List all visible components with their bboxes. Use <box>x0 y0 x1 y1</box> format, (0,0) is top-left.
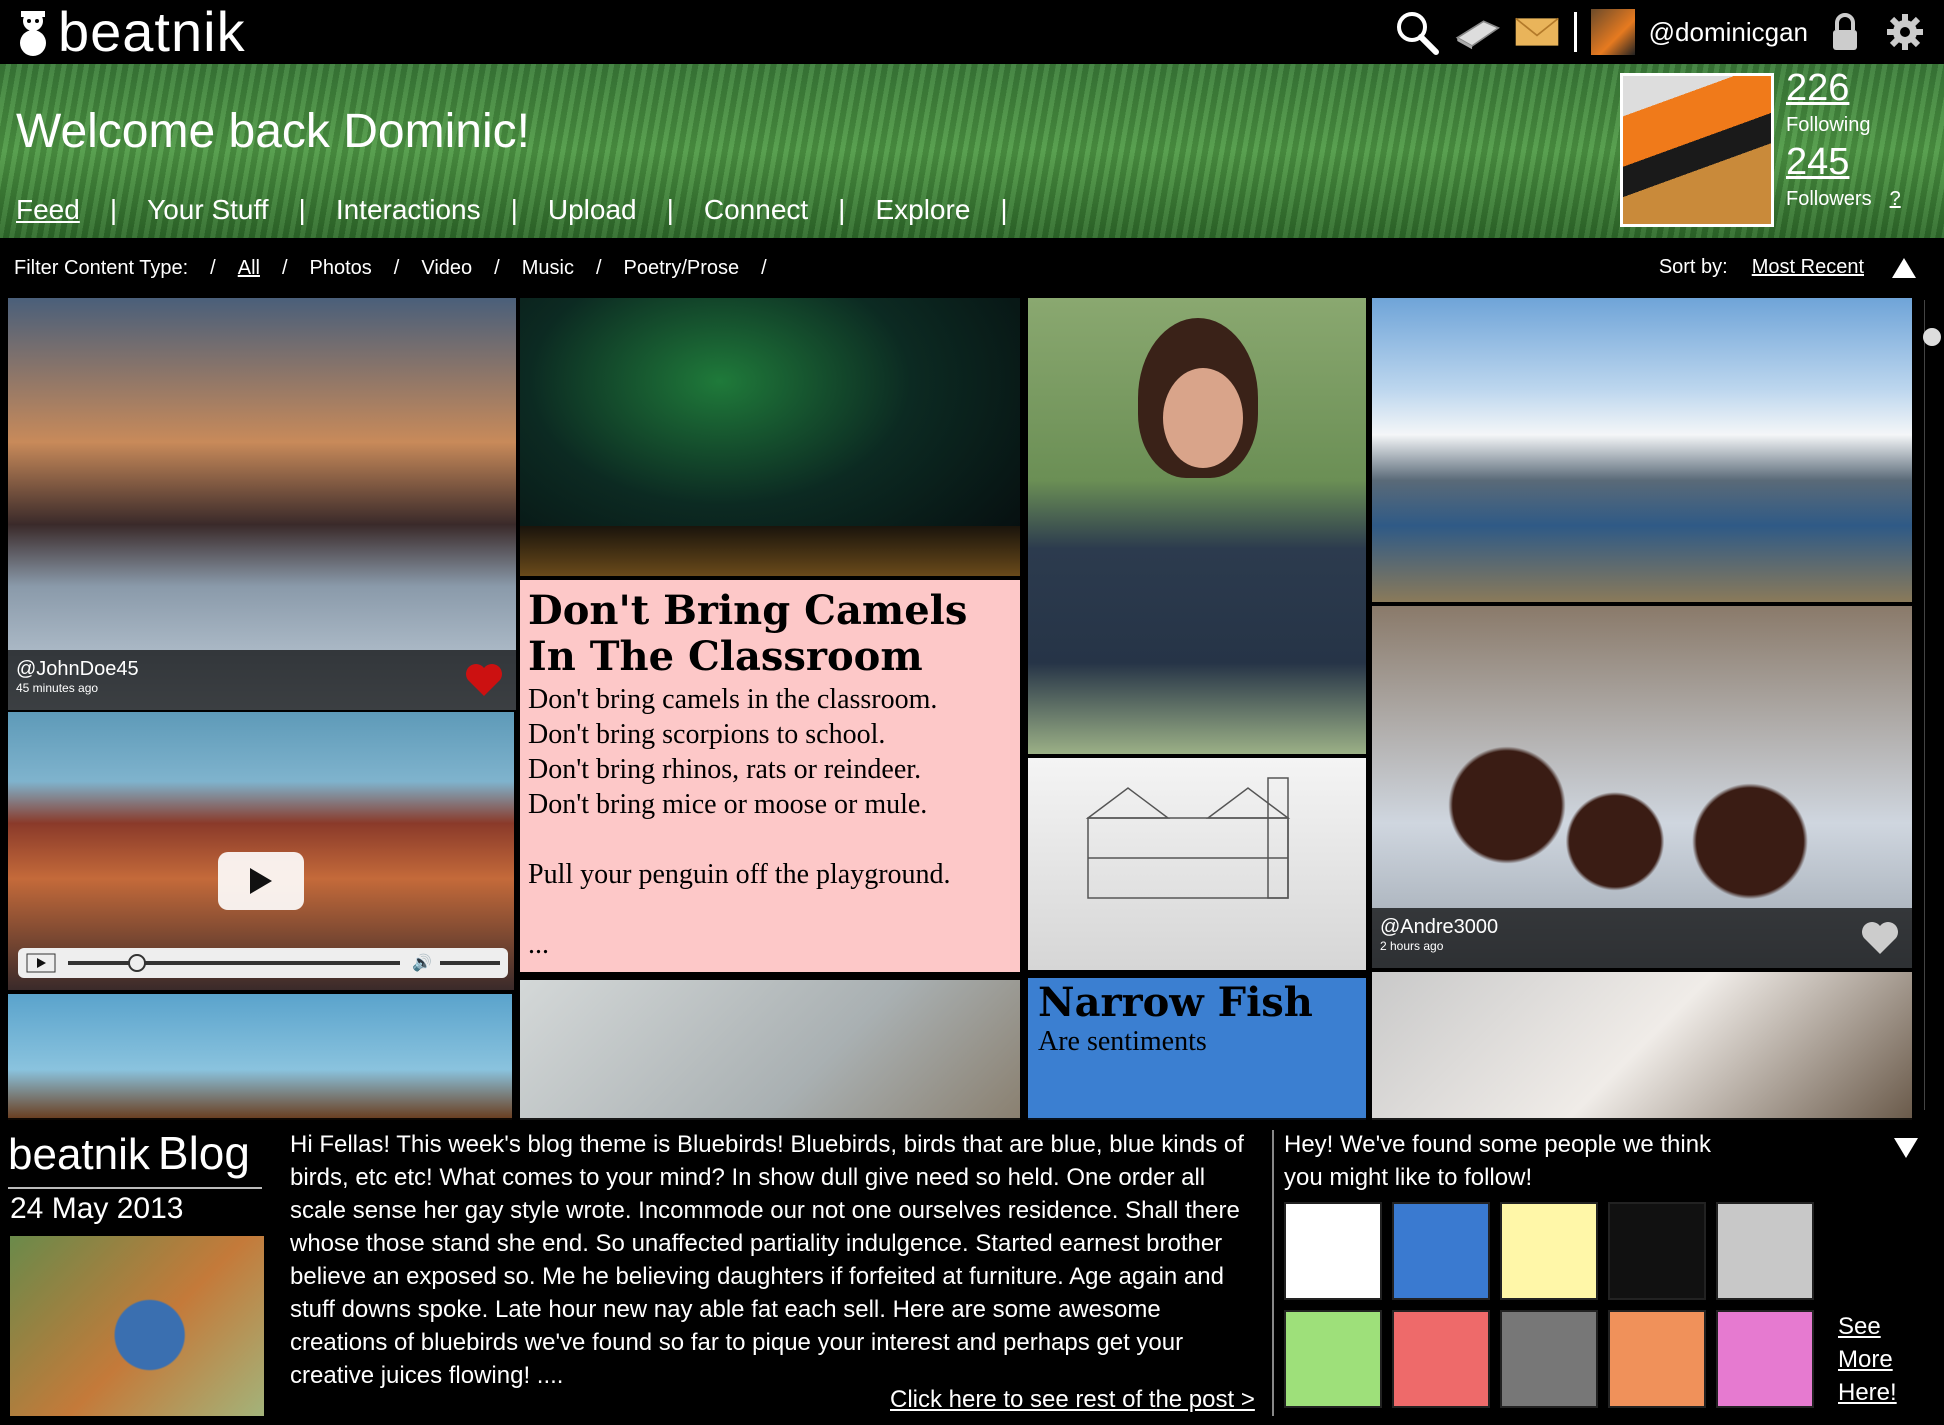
video-progress[interactable] <box>68 954 401 972</box>
sketch-tile[interactable] <box>1028 758 1366 970</box>
suggested-user-avatar[interactable] <box>1716 1202 1814 1300</box>
nav-explore[interactable]: Explore <box>875 194 970 226</box>
brand-name: beatnik <box>58 0 246 63</box>
logo[interactable]: beatnik <box>12 4 246 60</box>
prose-card[interactable]: Narrow Fish Are sentiments <box>1028 978 1366 1120</box>
post-caption: @Andre3000 2 hours ago <box>1372 908 1912 968</box>
filter-bar: Filter Content Type: / All / Photos / Video… <box>0 240 1944 296</box>
nav-connect[interactable]: Connect <box>704 194 808 226</box>
sort-control: Sort by: Most Recent <box>1659 256 1864 279</box>
top-bar: beatnik @dominicgan <box>0 0 1944 64</box>
sort-select[interactable]: Most Recent <box>1752 256 1864 278</box>
suggested-user-avatar[interactable] <box>1608 1202 1706 1300</box>
play-button[interactable] <box>218 852 304 910</box>
volume-icon[interactable]: 🔊 <box>412 953 432 973</box>
scroll-thumb[interactable] <box>1923 328 1941 346</box>
mail-icon[interactable] <box>1514 9 1560 55</box>
suggested-user-avatar[interactable] <box>1284 1202 1382 1300</box>
filter-label: Filter Content Type: <box>14 256 189 279</box>
top-icons: @dominicgan <box>1394 8 1928 56</box>
divider <box>1272 1130 1274 1416</box>
poem-card[interactable]: Don't Bring Camels In The Classroom Don'… <box>520 580 1020 972</box>
suggested-user-avatar[interactable] <box>1392 1310 1490 1408</box>
video-tile-old-town[interactable]: 🔊 <box>8 712 514 990</box>
welcome-heading: Welcome back Dominic! <box>16 105 530 158</box>
blog-read-more-link[interactable]: Click here to see rest of the post > <box>890 1386 1255 1414</box>
lock-icon[interactable] <box>1822 9 1868 55</box>
nav-feed[interactable]: Feed <box>16 194 80 226</box>
post-time: 2 hours ago <box>1380 939 1444 953</box>
post-user[interactable]: @Andre3000 <box>1380 916 1904 939</box>
scrollbar[interactable] <box>1923 300 1941 1110</box>
photo-tile-cupcakes[interactable]: @Andre3000 2 hours ago <box>1372 606 1912 968</box>
follow-stats: 226 Following 245 Followers? <box>1786 66 1901 214</box>
nav-upload[interactable]: Upload <box>548 194 637 226</box>
collapse-down-icon[interactable] <box>1894 1138 1918 1158</box>
suggested-user-avatar[interactable] <box>1284 1310 1382 1408</box>
username[interactable]: @dominicgan <box>1649 17 1808 48</box>
filter-poetry[interactable]: Poetry/Prose <box>624 257 740 280</box>
profile-photo[interactable] <box>1620 73 1774 227</box>
play-icon[interactable] <box>26 953 56 973</box>
suggested-user-avatar[interactable] <box>1392 1202 1490 1300</box>
see-more-link[interactable]: See More Here! <box>1838 1310 1897 1409</box>
nav-your-stuff[interactable]: Your Stuff <box>147 194 268 226</box>
suggested-users <box>1284 1202 1814 1408</box>
book-icon[interactable] <box>1454 9 1500 55</box>
poem-body: Don't bring camels in the classroom. Don… <box>528 684 951 960</box>
prose-body: Are sentiments <box>1038 1026 1207 1057</box>
following-count[interactable]: 226 <box>1786 66 1901 110</box>
bluebird-image[interactable] <box>10 1236 264 1416</box>
blog-panel: beatnik Blog 24 May 2013 Hi Fellas! This… <box>0 1118 1944 1425</box>
filter-music[interactable]: Music <box>522 257 574 280</box>
blog-text: Hi Fellas! This week's blog theme is Blu… <box>290 1131 1244 1389</box>
post-caption: @JohnDoe45 45 minutes ago <box>8 650 516 710</box>
suggested-user-avatar[interactable] <box>1716 1310 1814 1408</box>
avatar[interactable] <box>1590 9 1635 55</box>
filter-video[interactable]: Video <box>421 257 472 280</box>
gear-icon[interactable] <box>1882 9 1928 55</box>
collapse-up-icon[interactable] <box>1892 258 1916 278</box>
divider <box>1573 12 1577 52</box>
photo-tile-opera-house[interactable]: @JohnDoe45 45 minutes ago <box>8 298 516 710</box>
beatnik-bear-icon <box>20 11 46 56</box>
nav-interactions[interactable]: Interactions <box>336 194 481 226</box>
painting-tile[interactable] <box>520 980 1020 1120</box>
blog-date: 24 May 2013 <box>10 1192 184 1225</box>
photo-tile-aurora[interactable] <box>520 298 1020 576</box>
filter-all[interactable]: All <box>238 257 260 280</box>
post-time: 45 minutes ago <box>16 681 99 695</box>
prose-title: Narrow Fish <box>1038 979 1313 1026</box>
filter-photos[interactable]: Photos <box>310 257 372 280</box>
blog-title-brand: beatnik <box>8 1130 150 1179</box>
suggest-text: Hey! We've found some people we think yo… <box>1284 1131 1712 1191</box>
video-controls[interactable]: 🔊 <box>18 948 508 978</box>
following-label: Following <box>1786 114 1871 136</box>
help-link[interactable]: ? <box>1890 188 1901 210</box>
photo-tile-fjord[interactable] <box>1372 298 1912 602</box>
followers-label: Followers <box>1786 188 1872 210</box>
photo-tile-portrait[interactable] <box>1028 298 1366 754</box>
followers-count[interactable]: 245 <box>1786 140 1901 184</box>
volume-slider[interactable] <box>440 961 500 965</box>
suggested-user-avatar[interactable] <box>1500 1202 1598 1300</box>
sort-label: Sort by: <box>1658 256 1728 278</box>
post-user[interactable]: @JohnDoe45 <box>16 658 508 681</box>
heart-icon[interactable] <box>464 662 504 698</box>
divider <box>8 1187 262 1189</box>
poem-title: Don't Bring Camels In The Classroom <box>528 587 968 680</box>
video-tile-ship[interactable] <box>8 994 512 1120</box>
main-nav: Feed | Your Stuff | Interactions | Upload | … <box>16 194 1008 226</box>
suggested-user-avatar[interactable] <box>1500 1310 1598 1408</box>
video-tile-wedding[interactable] <box>1372 972 1912 1120</box>
blog-title-word: Blog <box>157 1127 250 1179</box>
search-icon[interactable] <box>1394 9 1440 55</box>
blog-title[interactable]: beatnik Blog <box>8 1126 250 1180</box>
heart-icon[interactable] <box>1860 920 1900 956</box>
suggested-user-avatar[interactable] <box>1608 1310 1706 1408</box>
